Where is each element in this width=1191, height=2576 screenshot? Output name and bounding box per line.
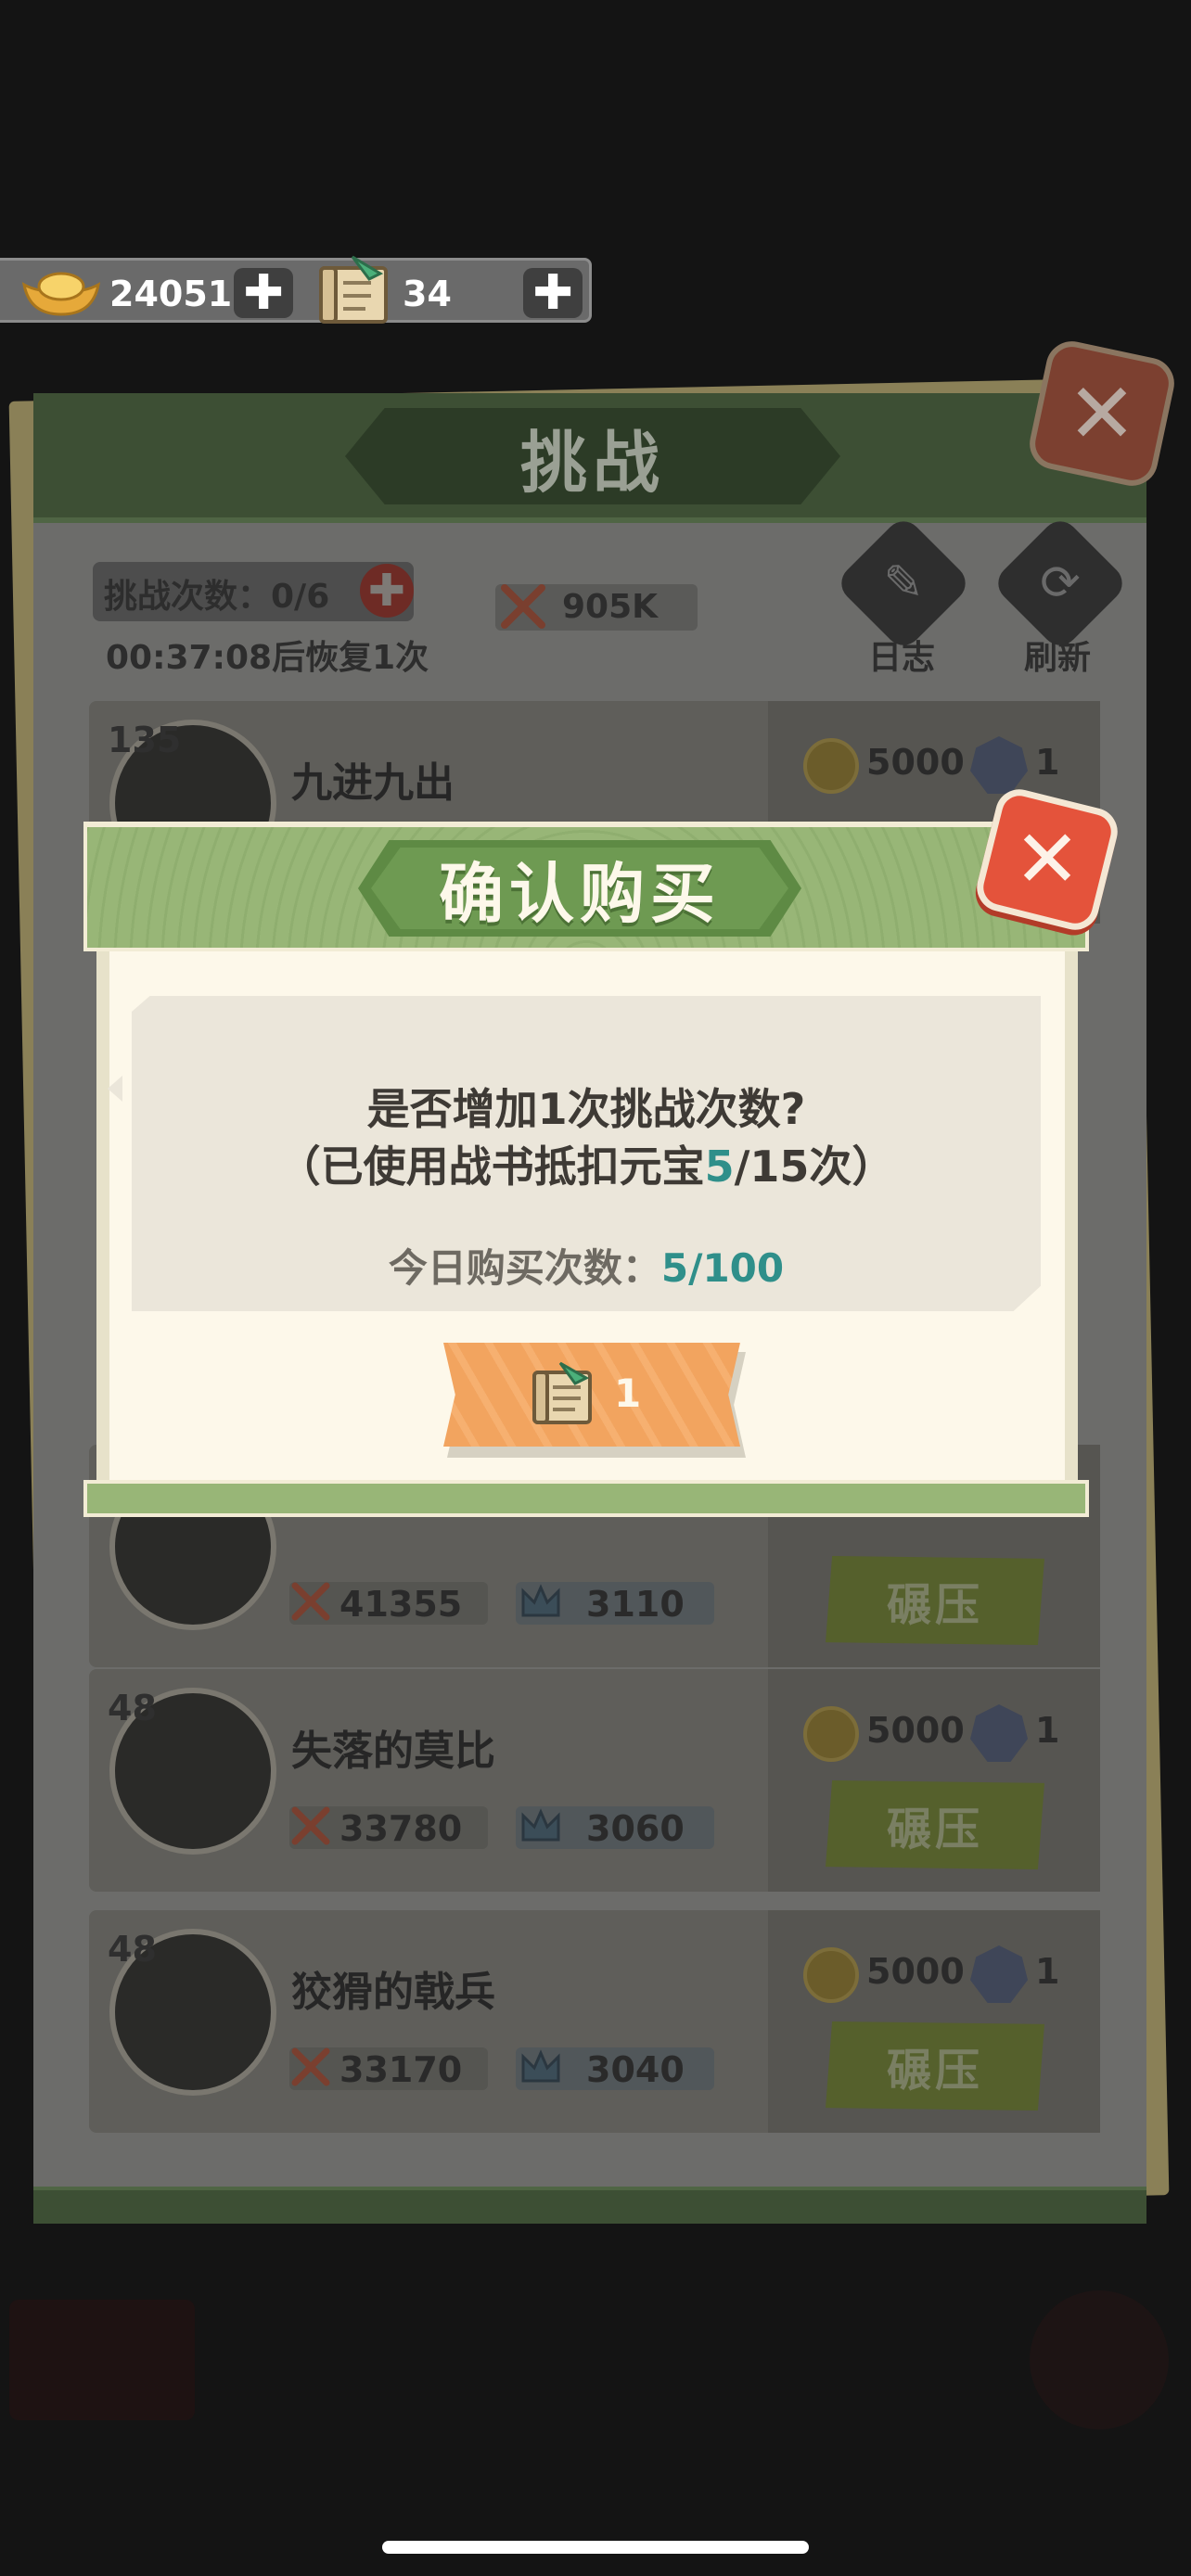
war-book-amount: 34	[403, 274, 452, 314]
close-icon: ✕	[1013, 813, 1082, 906]
refresh-label: 刷新	[1024, 639, 1092, 677]
crown-icon	[521, 2049, 560, 2083]
add-gold-button[interactable]: ✚	[234, 268, 293, 318]
panel-title: 挑战	[519, 423, 665, 502]
challenge-panel-footer	[33, 2187, 1146, 2224]
panel-close-button[interactable]: ✕	[1024, 336, 1180, 491]
dialog-subtext: （已使用战书抵扣元宝5/15次）	[132, 1133, 1041, 1194]
dimmed-bottom-button	[9, 2300, 195, 2420]
crossed-swords-icon	[501, 584, 545, 629]
opponent-name: 狡猾的戟兵	[291, 1969, 495, 2016]
opponent-name: 失落的莫比	[291, 1728, 495, 1775]
opponent-row: 48 失落的莫比 33780 3060 5000 1 碾压	[89, 1669, 1100, 1892]
daily-value: 5/100	[660, 1245, 785, 1291]
crush-button[interactable]: 碾压	[826, 2021, 1044, 2111]
home-indicator[interactable]	[382, 2541, 809, 2554]
coin-icon	[803, 738, 859, 794]
opponent-level: 135	[108, 720, 182, 760]
crown-icon	[521, 1808, 560, 1842]
recover-timer: 00:37:08后恢复1次	[106, 639, 429, 677]
reward-coins: 5000	[866, 1710, 965, 1751]
opponent-level: 48	[108, 1929, 157, 1970]
log-label: 日志	[868, 639, 936, 677]
gold-amount: 24051	[109, 274, 233, 314]
dimmed-bottom-button	[1030, 2290, 1169, 2429]
war-book-scroll-icon	[532, 1361, 592, 1424]
reward-coins: 5000	[866, 1951, 965, 1992]
opponent-level: 48	[108, 1688, 157, 1728]
opponent-cups: 3110	[586, 1584, 685, 1625]
reward-coins: 5000	[866, 742, 965, 783]
subtext-suffix: /15次）	[734, 1141, 895, 1192]
confirm-buy-button[interactable]: 1	[443, 1343, 746, 1458]
currency-bar: 24051 ✚ 34 ✚	[0, 255, 592, 324]
crown-icon	[521, 1584, 560, 1617]
opponent-cups: 3040	[586, 2049, 685, 2090]
opponent-power: 33780	[339, 1808, 463, 1849]
crush-button[interactable]: 碾压	[826, 1780, 1044, 1869]
opponent-power: 33170	[339, 2049, 463, 2090]
dialog-close-button[interactable]: ✕	[971, 784, 1123, 936]
crossed-swords-icon	[291, 2047, 330, 2086]
add-attempt-button[interactable]: ✚	[360, 564, 414, 618]
dialog-title: 确认购买	[439, 855, 721, 932]
buy-cost: 1	[614, 1371, 642, 1416]
used-count: 5	[704, 1141, 735, 1192]
opponent-power: 41355	[339, 1584, 463, 1625]
reward-tokens: 1	[1035, 1710, 1060, 1751]
close-icon: ✕	[1067, 364, 1137, 463]
opponent-name: 九进九出	[291, 759, 455, 807]
subtext-prefix: （已使用战书抵扣元宝	[277, 1141, 705, 1192]
reward-tokens: 1	[1035, 742, 1060, 783]
crossed-swords-icon	[291, 1806, 330, 1845]
dialog-footer	[83, 1480, 1089, 1517]
coin-icon	[803, 1706, 859, 1762]
daily-label: 今日购买次数：	[388, 1245, 661, 1291]
reward-tokens: 1	[1035, 1951, 1060, 1992]
pencil-icon: ✎	[883, 555, 924, 611]
opponent-cups: 3060	[586, 1808, 685, 1849]
refresh-icon: ⟳	[1040, 555, 1081, 611]
daily-purchase-count: 今日购买次数：5/100	[132, 1237, 1041, 1294]
crush-button[interactable]: 碾压	[826, 1556, 1044, 1645]
war-book-scroll-icon	[319, 255, 388, 324]
power-value: 905K	[562, 588, 659, 626]
attempts-label: 挑战次数：0/6	[104, 578, 330, 616]
gold-ingot-icon	[21, 272, 101, 316]
crossed-swords-icon	[291, 1582, 330, 1621]
coin-icon	[803, 1947, 859, 2003]
opponent-row: 48 狡猾的戟兵 33170 3040 5000 1 碾压	[89, 1910, 1100, 2133]
add-war-book-button[interactable]: ✚	[523, 268, 583, 318]
dialog-question: 是否增加1次挑战次数?	[366, 1084, 806, 1134]
